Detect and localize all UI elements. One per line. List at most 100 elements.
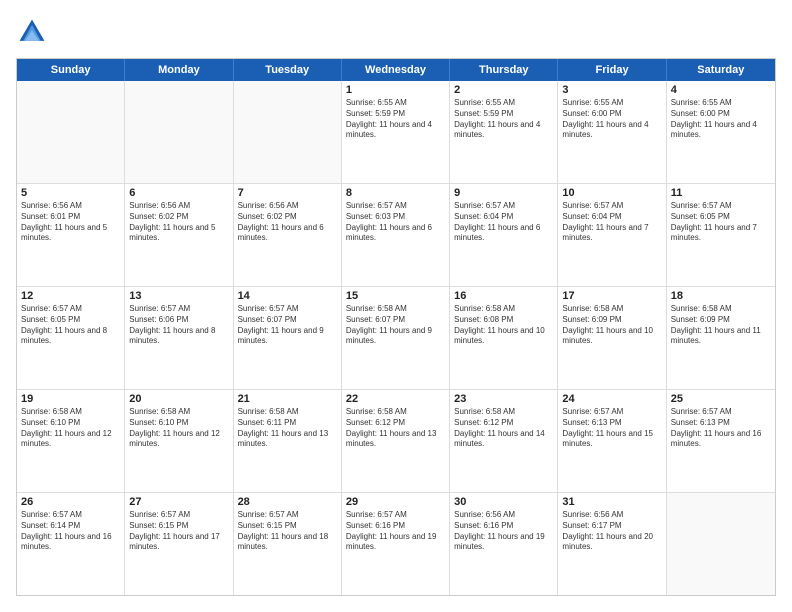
day-number: 15 [346,290,445,302]
calendar-cell: 27 Sunrise: 6:57 AM Sunset: 6:15 PM Dayli… [125,493,233,595]
cell-info: Sunrise: 6:55 AM Sunset: 5:59 PM Dayligh… [346,98,445,141]
calendar-cell: 12 Sunrise: 6:57 AM Sunset: 6:05 PM Dayli… [17,287,125,389]
calendar-cell: 7 Sunrise: 6:56 AM Sunset: 6:02 PM Daylig… [234,184,342,286]
calendar-cell: 22Sunrise: 6:58 AM Sunset: 6:12 PM Dayli… [342,390,450,492]
calendar-cell: 21 Sunrise: 6:58 AM Sunset: 6:11 PM Dayli… [234,390,342,492]
cell-info: Sunrise: 6:56 AM Sunset: 6:02 PM Dayligh… [238,201,337,244]
calendar-row-2: 12 Sunrise: 6:57 AM Sunset: 6:05 PM Dayli… [17,287,775,390]
calendar-row-0: 1 Sunrise: 6:55 AM Sunset: 5:59 PM Daylig… [17,81,775,184]
weekday-header-sunday: Sunday [17,59,125,81]
calendar-cell [125,81,233,183]
cell-info: Sunrise: 6:55 AM Sunset: 5:59 PM Dayligh… [454,98,553,141]
cell-info: Sunrise: 6:56 AM Sunset: 6:17 PM Dayligh… [562,510,661,553]
cell-info: Sunrise: 6:57 AM Sunset: 6:06 PM Dayligh… [129,304,228,347]
day-number: 5 [21,187,120,199]
day-number: 18 [671,290,771,302]
cell-info: Sunrise: 6:58 AM Sunset: 6:08 PM Dayligh… [454,304,553,347]
cell-info: Sunrise: 6:56 AM Sunset: 6:01 PM Dayligh… [21,201,120,244]
calendar-cell: 25Sunrise: 6:57 AM Sunset: 6:13 PM Dayli… [667,390,775,492]
logo [16,16,52,48]
weekday-header-wednesday: Wednesday [342,59,450,81]
calendar-row-1: 5 Sunrise: 6:56 AM Sunset: 6:01 PM Daylig… [17,184,775,287]
calendar-cell: 31 Sunrise: 6:56 AM Sunset: 6:17 PM Dayli… [558,493,666,595]
day-number: 31 [562,496,661,508]
day-number: 29 [346,496,445,508]
cell-info: Sunrise: 6:57 AM Sunset: 6:16 PM Dayligh… [346,510,445,553]
calendar-cell: 23 Sunrise: 6:58 AM Sunset: 6:12 PM Dayli… [450,390,558,492]
cell-info: Sunrise: 6:57 AM Sunset: 6:05 PM Dayligh… [671,201,771,244]
cell-info: Sunrise: 6:57 AM Sunset: 6:07 PM Dayligh… [238,304,337,347]
cell-info: Sunrise: 6:57 AM Sunset: 6:15 PM Dayligh… [129,510,228,553]
cell-info: Sunrise: 6:56 AM Sunset: 6:02 PM Dayligh… [129,201,228,244]
day-number: 3 [562,84,661,96]
calendar-header: SundayMondayTuesdayWednesdayThursdayFrid… [17,59,775,81]
day-number: 26 [21,496,120,508]
cell-info: Sunrise: 6:57 AM Sunset: 6:14 PM Dayligh… [21,510,120,553]
calendar-cell: 9Sunrise: 6:57 AM Sunset: 6:04 PM Daylig… [450,184,558,286]
cell-info: Sunrise: 6:57 AM Sunset: 6:13 PM Dayligh… [671,407,771,450]
calendar-cell: 1 Sunrise: 6:55 AM Sunset: 5:59 PM Daylig… [342,81,450,183]
cell-info: Sunrise: 6:55 AM Sunset: 6:00 PM Dayligh… [671,98,771,141]
calendar-cell: 20Sunrise: 6:58 AM Sunset: 6:10 PM Dayli… [125,390,233,492]
cell-info: Sunrise: 6:57 AM Sunset: 6:05 PM Dayligh… [21,304,120,347]
day-number: 8 [346,187,445,199]
day-number: 13 [129,290,228,302]
cell-info: Sunrise: 6:57 AM Sunset: 6:04 PM Dayligh… [562,201,661,244]
page: SundayMondayTuesdayWednesdayThursdayFrid… [0,0,792,612]
day-number: 14 [238,290,337,302]
cell-info: Sunrise: 6:57 AM Sunset: 6:15 PM Dayligh… [238,510,337,553]
day-number: 7 [238,187,337,199]
logo-icon [16,16,48,48]
day-number: 1 [346,84,445,96]
calendar-cell: 10 Sunrise: 6:57 AM Sunset: 6:04 PM Dayli… [558,184,666,286]
day-number: 24 [562,393,661,405]
cell-info: Sunrise: 6:58 AM Sunset: 6:12 PM Dayligh… [346,407,445,450]
weekday-header-thursday: Thursday [450,59,558,81]
cell-info: Sunrise: 6:57 AM Sunset: 6:04 PM Dayligh… [454,201,553,244]
calendar-cell: 3 Sunrise: 6:55 AM Sunset: 6:00 PM Daylig… [558,81,666,183]
calendar-cell: 11 Sunrise: 6:57 AM Sunset: 6:05 PM Dayli… [667,184,775,286]
calendar-cell: 13 Sunrise: 6:57 AM Sunset: 6:06 PM Dayli… [125,287,233,389]
cell-info: Sunrise: 6:58 AM Sunset: 6:12 PM Dayligh… [454,407,553,450]
day-number: 2 [454,84,553,96]
calendar-cell [234,81,342,183]
day-number: 19 [21,393,120,405]
weekday-header-friday: Friday [558,59,666,81]
calendar-cell: 26 Sunrise: 6:57 AM Sunset: 6:14 PM Dayli… [17,493,125,595]
calendar-cell [17,81,125,183]
calendar: SundayMondayTuesdayWednesdayThursdayFrid… [16,58,776,596]
day-number: 28 [238,496,337,508]
cell-info: Sunrise: 6:58 AM Sunset: 6:11 PM Dayligh… [238,407,337,450]
day-number: 16 [454,290,553,302]
day-number: 30 [454,496,553,508]
calendar-cell [667,493,775,595]
day-number: 12 [21,290,120,302]
weekday-header-tuesday: Tuesday [234,59,342,81]
calendar-cell: 4 Sunrise: 6:55 AM Sunset: 6:00 PM Daylig… [667,81,775,183]
calendar-row-3: 19 Sunrise: 6:58 AM Sunset: 6:10 PM Dayli… [17,390,775,493]
cell-info: Sunrise: 6:58 AM Sunset: 6:10 PM Dayligh… [21,407,120,450]
day-number: 4 [671,84,771,96]
calendar-cell: 17Sunrise: 6:58 AM Sunset: 6:09 PM Dayli… [558,287,666,389]
calendar-cell: 15Sunrise: 6:58 AM Sunset: 6:07 PM Dayli… [342,287,450,389]
calendar-cell: 5 Sunrise: 6:56 AM Sunset: 6:01 PM Daylig… [17,184,125,286]
calendar-cell: 8 Sunrise: 6:57 AM Sunset: 6:03 PM Daylig… [342,184,450,286]
cell-info: Sunrise: 6:57 AM Sunset: 6:03 PM Dayligh… [346,201,445,244]
calendar-body: 1 Sunrise: 6:55 AM Sunset: 5:59 PM Daylig… [17,81,775,595]
day-number: 27 [129,496,228,508]
calendar-cell: 16 Sunrise: 6:58 AM Sunset: 6:08 PM Dayli… [450,287,558,389]
cell-info: Sunrise: 6:56 AM Sunset: 6:16 PM Dayligh… [454,510,553,553]
weekday-header-monday: Monday [125,59,233,81]
calendar-cell: 29 Sunrise: 6:57 AM Sunset: 6:16 PM Dayli… [342,493,450,595]
day-number: 10 [562,187,661,199]
cell-info: Sunrise: 6:58 AM Sunset: 6:10 PM Dayligh… [129,407,228,450]
day-number: 17 [562,290,661,302]
cell-info: Sunrise: 6:57 AM Sunset: 6:13 PM Dayligh… [562,407,661,450]
day-number: 11 [671,187,771,199]
cell-info: Sunrise: 6:55 AM Sunset: 6:00 PM Dayligh… [562,98,661,141]
day-number: 21 [238,393,337,405]
cell-info: Sunrise: 6:58 AM Sunset: 6:09 PM Dayligh… [671,304,771,347]
day-number: 23 [454,393,553,405]
calendar-cell: 6 Sunrise: 6:56 AM Sunset: 6:02 PM Daylig… [125,184,233,286]
day-number: 6 [129,187,228,199]
